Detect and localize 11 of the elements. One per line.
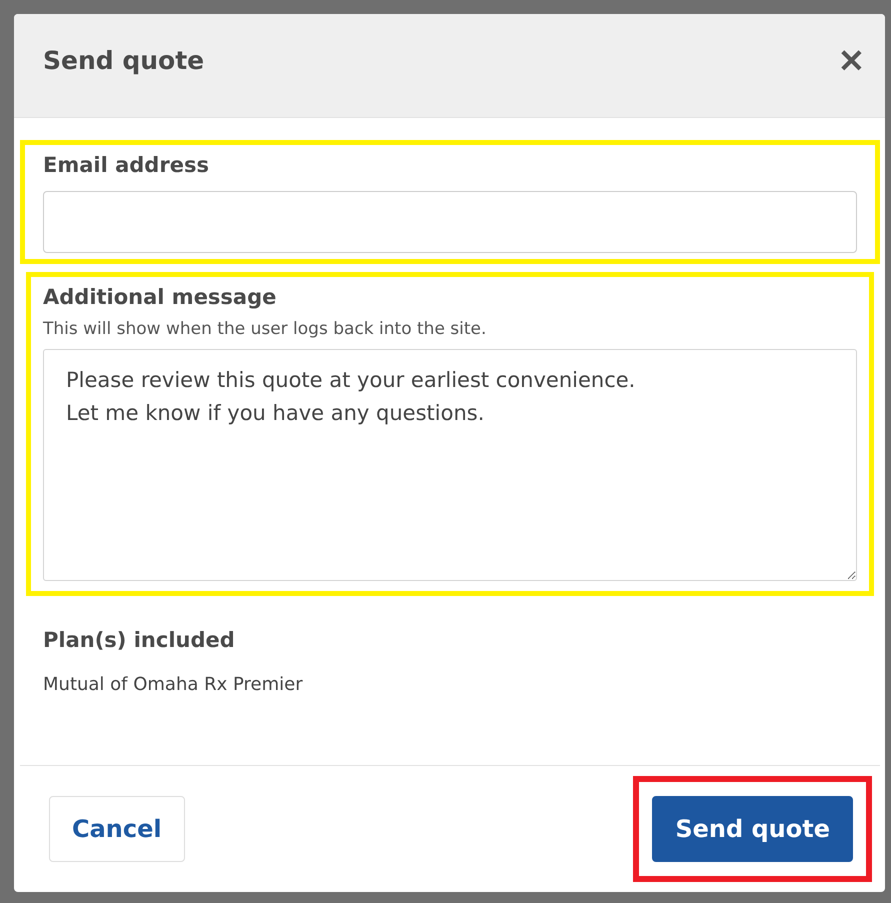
section-label: Plan(s) included [43,628,236,652]
plan-name: Mutual of Omaha Rx Premier [43,674,304,695]
field-label: Additional message [43,285,278,309]
field-label: Email address [43,153,210,177]
send-button[interactable]: Send quote [652,796,853,862]
cancel-button[interactable]: Cancel [49,796,185,862]
message-textarea[interactable]: Please review this quote at your earliest convenience. Let me know if you have any questions. [43,349,857,581]
help-text: This will show when the user logs back into the site. [43,319,488,339]
email-input[interactable] [43,191,857,253]
close-button[interactable]: ✕ [838,44,865,76]
dialog-title: Send quote [43,46,204,75]
